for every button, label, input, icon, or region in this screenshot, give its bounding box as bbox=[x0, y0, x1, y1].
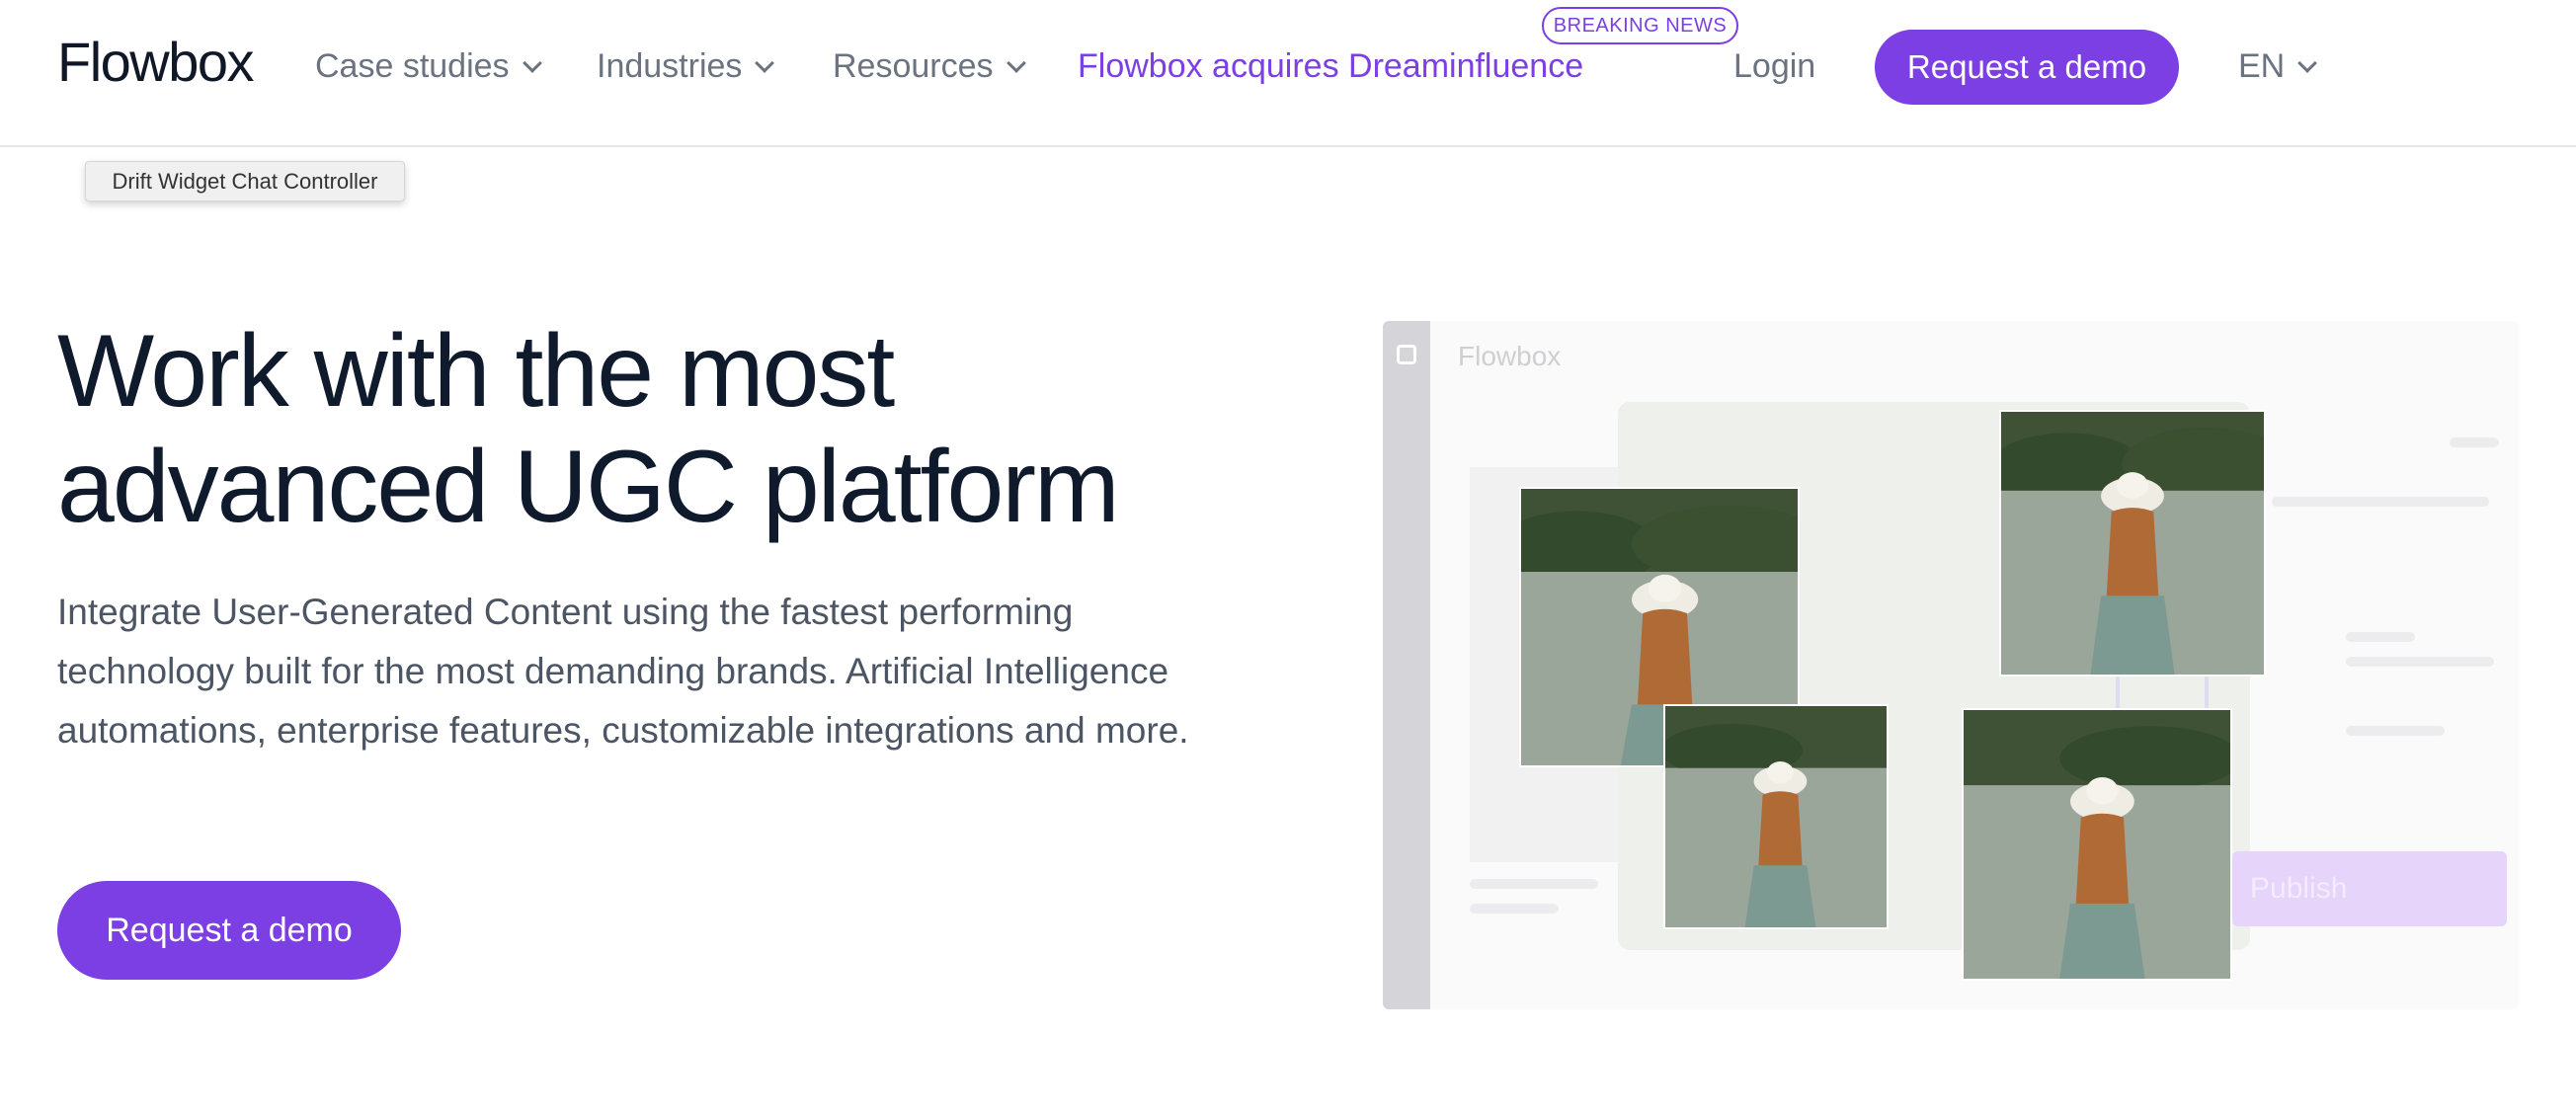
header-request-demo-button[interactable]: Request a demo bbox=[1875, 30, 2179, 105]
hero-description: Integrate User-Generated Content using t… bbox=[57, 592, 1189, 751]
breaking-news-badge: BREAKING NEWS bbox=[1542, 7, 1738, 44]
mockup-line bbox=[2450, 438, 2499, 447]
product-mockup: Flowbox Publish bbox=[1383, 321, 2538, 1009]
hero-title-line-2: advanced UGC platform bbox=[57, 430, 1120, 544]
ugc-photo bbox=[1999, 410, 2266, 676]
language-label: EN bbox=[2238, 47, 2286, 85]
nav-industries-label: Industries bbox=[597, 47, 743, 85]
chevron-down-icon bbox=[1006, 52, 1026, 73]
mockup-line bbox=[2272, 497, 2489, 507]
hero-title: Work with the most advanced UGC platform bbox=[57, 314, 1243, 545]
chevron-down-icon bbox=[2297, 52, 2318, 73]
nav-news-link[interactable]: Flowbox acquires Dreaminfluence bbox=[1078, 47, 1583, 86]
site-header: Flowbox Case studies Industries Resource… bbox=[0, 0, 2576, 147]
mockup-line bbox=[2346, 657, 2494, 667]
nav-case-studies-label: Case studies bbox=[315, 47, 510, 85]
nav-resources[interactable]: Resources bbox=[833, 47, 1026, 86]
mockup-line bbox=[2346, 726, 2445, 736]
mockup-line bbox=[2346, 632, 2415, 642]
nav-resources-label: Resources bbox=[833, 47, 994, 85]
mockup-sidebar-icon bbox=[1397, 345, 1416, 364]
flowbox-logo[interactable]: Flowbox bbox=[57, 30, 255, 94]
login-link[interactable]: Login bbox=[1733, 47, 1815, 86]
ugc-photo bbox=[1962, 708, 2232, 981]
ugc-photo bbox=[1663, 704, 1889, 929]
hero-request-demo-button[interactable]: Request a demo bbox=[57, 881, 401, 980]
chevron-down-icon bbox=[522, 52, 542, 73]
mockup-line bbox=[1470, 904, 1559, 914]
chevron-down-icon bbox=[755, 52, 775, 73]
mockup-sidebar bbox=[1383, 321, 1430, 1009]
mockup-line bbox=[1470, 879, 1598, 889]
language-selector[interactable]: EN bbox=[2238, 47, 2318, 86]
nav-case-studies[interactable]: Case studies bbox=[315, 47, 542, 86]
mockup-publish-label: Publish bbox=[2250, 872, 2348, 905]
mockup-brand: Flowbox bbox=[1458, 341, 1562, 371]
hero-title-line-1: Work with the most bbox=[57, 314, 895, 429]
drift-widget-tooltip: Drift Widget Chat Controller bbox=[85, 161, 405, 201]
nav-industries[interactable]: Industries bbox=[597, 47, 775, 86]
